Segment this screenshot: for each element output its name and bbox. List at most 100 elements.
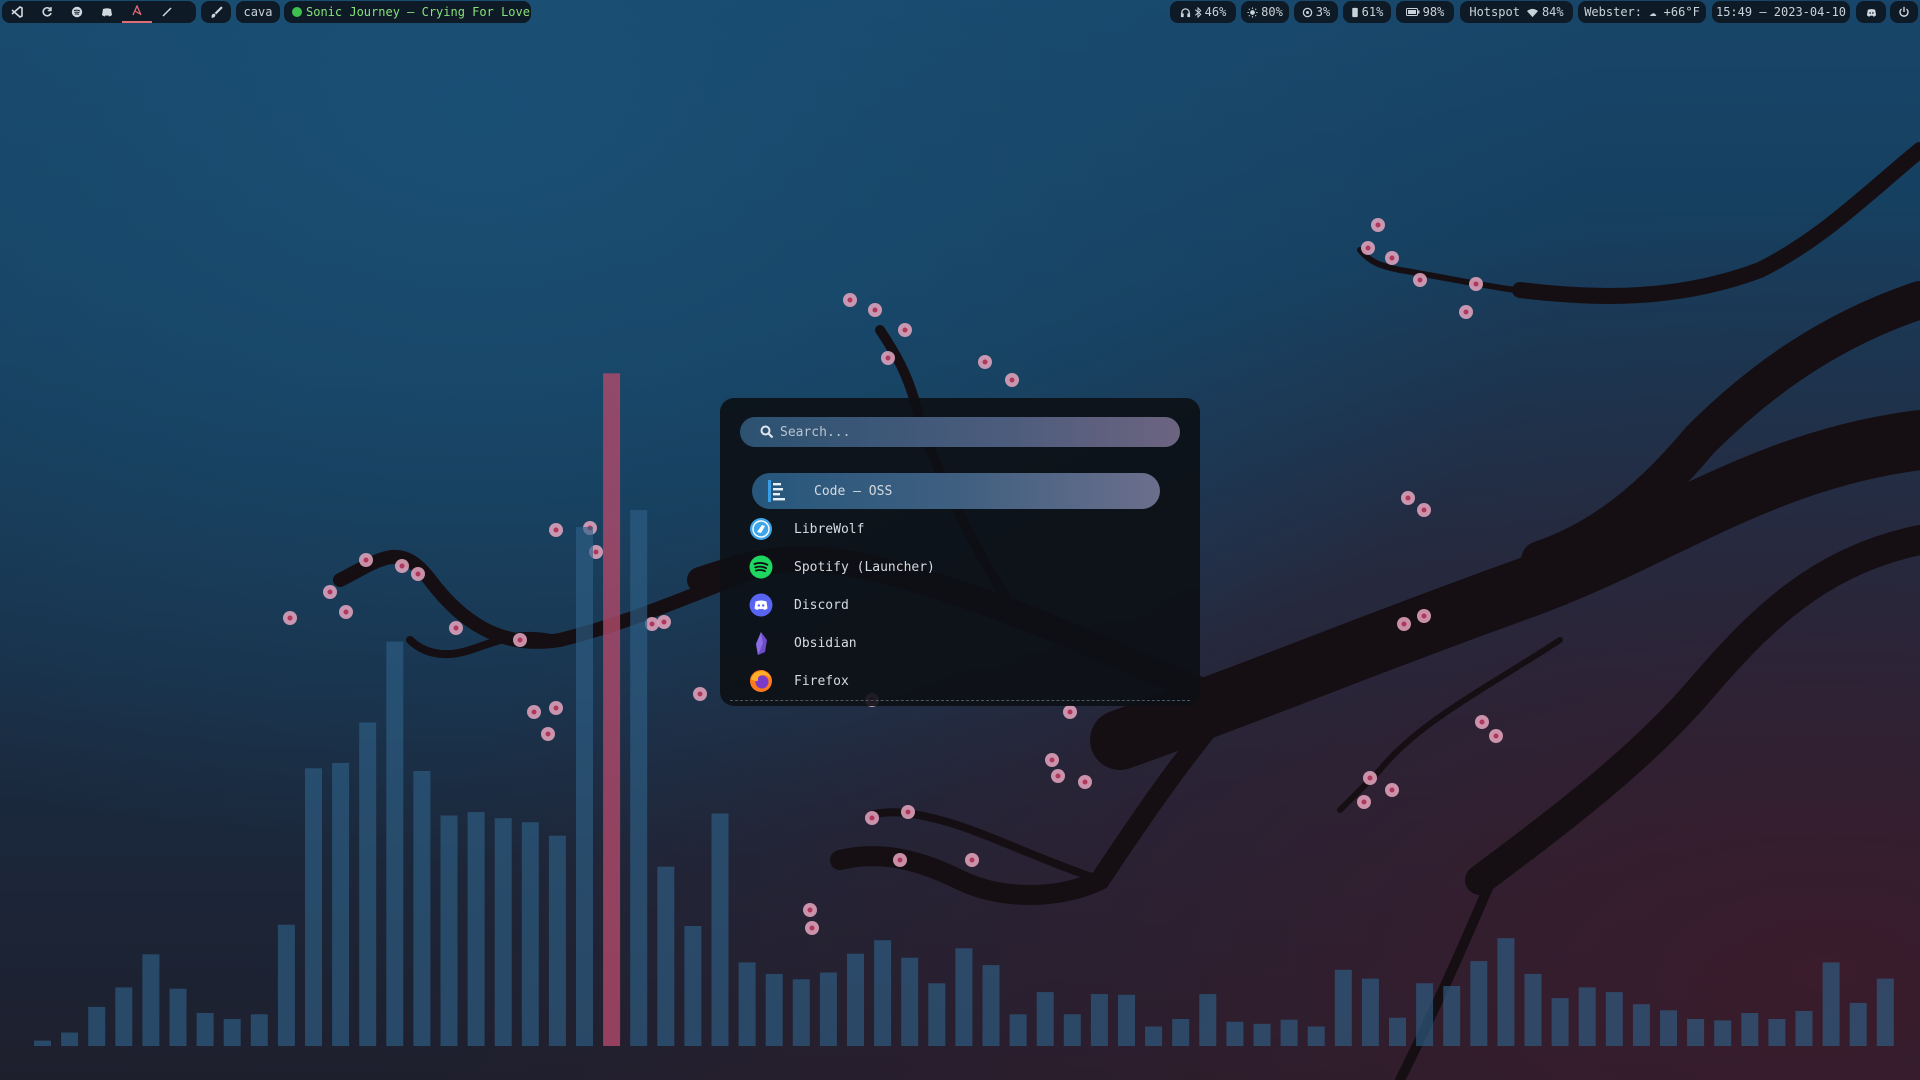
blossom-center xyxy=(809,925,815,931)
pen-icon xyxy=(162,7,172,17)
app-item-firefox[interactable]: Firefox xyxy=(748,663,1158,699)
blossom-center xyxy=(415,571,421,577)
app-label: Firefox xyxy=(794,673,849,689)
cpu-value: 3% xyxy=(1315,5,1331,19)
visualizer-bar xyxy=(1145,1026,1163,1046)
blossom-center xyxy=(1367,775,1373,781)
search-bar xyxy=(740,417,1180,447)
wifi-icon xyxy=(1526,8,1538,17)
visualizer-bar xyxy=(305,768,322,1046)
workspace-1-button[interactable] xyxy=(2,1,32,23)
workspace-4-button[interactable] xyxy=(92,1,122,23)
blossom-center xyxy=(869,815,875,821)
network-module[interactable]: Hotspot 84% xyxy=(1460,1,1573,23)
blossom-center xyxy=(363,557,369,563)
visualizer-bar xyxy=(386,641,404,1046)
visualizer-bar xyxy=(1361,978,1379,1046)
visualizer-bar xyxy=(711,813,729,1046)
visualizer-bar xyxy=(88,1006,106,1046)
cpu-icon xyxy=(1302,7,1313,17)
theme-button[interactable] xyxy=(201,1,231,23)
visualizer-bar xyxy=(874,940,892,1046)
refresh-icon xyxy=(42,7,52,17)
visualizer-bar xyxy=(1389,1017,1406,1046)
app-label: Code — OSS xyxy=(814,483,893,499)
visualizer-bar xyxy=(548,835,566,1046)
workspace-2-button[interactable] xyxy=(32,1,62,23)
blossom-center xyxy=(1365,245,1371,251)
visualizer-bar xyxy=(1714,1020,1732,1046)
blossom-center xyxy=(531,709,537,715)
visualizer-bar xyxy=(1741,1013,1759,1046)
workspace-6-button[interactable] xyxy=(152,1,182,23)
visualizer-bar xyxy=(1849,1002,1867,1046)
spotify-icon xyxy=(748,554,774,580)
power-icon xyxy=(1899,6,1909,17)
visualizer-bar xyxy=(819,972,837,1046)
blossom-center xyxy=(1361,799,1367,805)
spotify-status-icon xyxy=(292,7,302,17)
brightness-module[interactable]: 80% xyxy=(1241,1,1289,23)
visualizer-bar xyxy=(1632,1004,1650,1046)
app-item-obsidian[interactable]: Obsidian xyxy=(748,625,1158,661)
blossom-center xyxy=(1009,377,1015,383)
workspace-3-button[interactable] xyxy=(62,1,92,23)
memory-module[interactable]: 61% xyxy=(1343,1,1391,23)
blossom-center xyxy=(807,907,813,913)
visualizer-bar xyxy=(61,1032,79,1046)
visualizer-bar xyxy=(1009,1014,1027,1046)
blossom-center xyxy=(453,625,459,631)
blossom-center xyxy=(327,589,333,595)
search-input[interactable] xyxy=(780,424,1160,440)
visualizer-bar xyxy=(1334,969,1352,1046)
visualizer-bar xyxy=(1172,1019,1190,1046)
blossom-center xyxy=(1389,255,1395,261)
visualizer-bar xyxy=(765,973,783,1046)
media-player-module[interactable]: Sonic Journey — Crying For Love xyxy=(284,1,531,23)
visualizer-bar xyxy=(684,926,702,1046)
blossom-center xyxy=(661,619,667,625)
app-item-code-oss[interactable]: Code — OSS xyxy=(752,473,1160,509)
firefox-icon xyxy=(748,668,774,694)
app-item-spotify[interactable]: Spotify (Launcher) xyxy=(748,549,1158,585)
branch-right-top xyxy=(1512,142,1920,304)
memory-value: 61% xyxy=(1361,5,1384,19)
visualizer-bar xyxy=(1090,994,1108,1046)
blossom-center xyxy=(1055,773,1061,779)
headphone-battery-module[interactable]: 46% xyxy=(1170,1,1236,23)
cava-module[interactable]: cava xyxy=(236,1,280,23)
librewolf-icon xyxy=(748,516,774,542)
blossom-center xyxy=(902,327,908,333)
visualizer-bar xyxy=(1551,998,1569,1046)
visualizer-bar xyxy=(359,722,377,1046)
discord-icon xyxy=(102,8,112,17)
visualizer-bar xyxy=(1063,1014,1081,1046)
visualizer-bar xyxy=(738,962,756,1046)
app-item-discord[interactable]: Discord xyxy=(748,587,1158,623)
blossom-center xyxy=(287,615,293,621)
visualizer-bar xyxy=(1687,1019,1705,1046)
clock-module[interactable]: 15:49 — 2023-04-10 xyxy=(1712,1,1850,23)
visualizer-bar xyxy=(169,988,187,1046)
visualizer-bar xyxy=(1795,1011,1813,1046)
power-button[interactable] xyxy=(1890,1,1918,23)
blossom-center xyxy=(1405,495,1411,501)
cpu-module[interactable]: 3% xyxy=(1294,1,1338,23)
blossom-center xyxy=(982,359,988,365)
discord-tray-button[interactable] xyxy=(1856,1,1886,23)
visualizer-bar xyxy=(1307,1026,1325,1046)
visualizer-bar xyxy=(901,957,919,1046)
workspace-5-button[interactable] xyxy=(122,1,152,23)
visualizer-bar xyxy=(1443,986,1461,1046)
app-item-librewolf[interactable]: LibreWolf xyxy=(748,511,1158,547)
weather-module[interactable]: Webster: ☁ +66°F xyxy=(1578,1,1706,23)
discord-icon xyxy=(1866,8,1876,17)
battery-module[interactable]: 98% xyxy=(1396,1,1454,23)
blossom-center xyxy=(399,563,405,569)
blossom-center xyxy=(697,691,703,697)
visualizer-bar xyxy=(1497,938,1515,1046)
visualizer-bar xyxy=(1036,992,1054,1046)
workspace-switcher xyxy=(2,1,196,23)
track-title: Sonic Journey — Crying For Love xyxy=(306,5,530,19)
visualizer-bar xyxy=(1199,994,1217,1046)
